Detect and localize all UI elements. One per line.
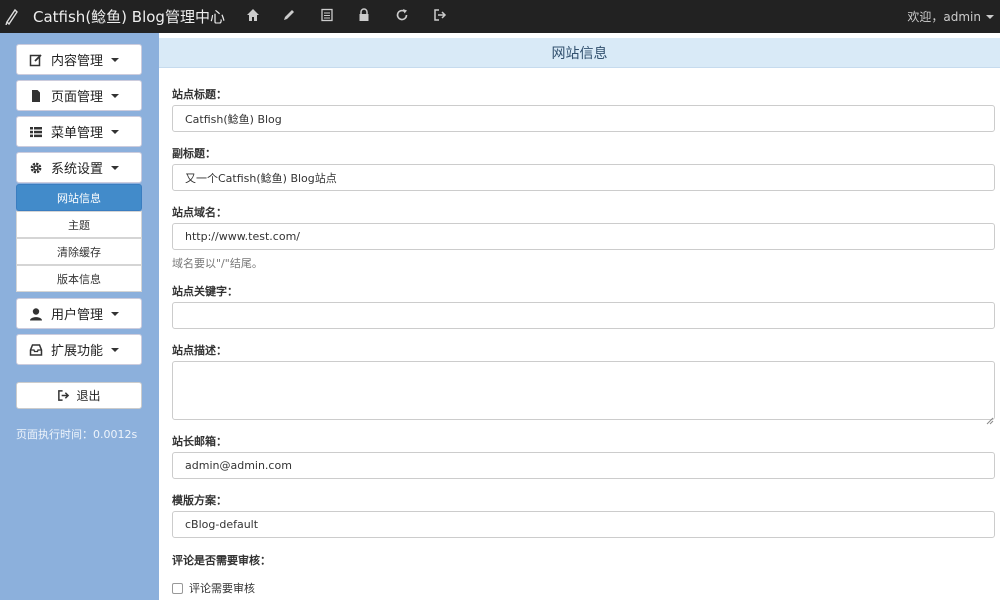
chevron-down-icon [111,311,120,316]
page-exec-time: 页面执行时间：0.0012s [16,428,138,441]
log-out-icon[interactable] [433,8,447,22]
review-checkbox-row[interactable]: 评论需要审核 [172,580,255,596]
sidebar: 内容管理 页面管理 菜单管理 系统设置 网站信息 主题 清除缓存 版本信息 用户… [0,33,159,600]
review-label: 评论是否需要审核： [172,554,271,567]
resize-handle-icon[interactable] [986,410,994,425]
chevron-down-icon [986,14,994,19]
submenu-site-info[interactable]: 网站信息 [16,184,142,211]
chevron-down-icon [111,93,120,98]
file-icon [29,89,43,103]
user-icon [29,307,43,321]
chevron-down-icon [111,57,120,62]
subtitle-input[interactable]: 又一个Catfish(鲶鱼) Blog站点 [172,164,995,191]
sidebar-item-label: 扩展功能 [51,344,104,359]
sidebar-item-content[interactable]: 内容管理 [16,44,142,75]
list-alt-icon[interactable] [320,8,334,22]
pen-icon [4,7,20,25]
review-checkbox[interactable] [172,582,183,594]
domain-label: 站点域名： [172,206,227,219]
refresh-icon[interactable] [395,8,409,22]
chevron-down-icon [111,347,120,352]
review-checkbox-label: 评论需要审核 [189,582,255,595]
site-title-input[interactable]: Catfish(鲶鱼) Blog [172,105,995,132]
sidebar-item-menus[interactable]: 菜单管理 [16,116,142,147]
submenu-version-info[interactable]: 版本信息 [16,265,142,292]
email-label: 站长邮箱： [172,435,227,448]
description-textarea[interactable] [172,361,995,420]
template-label: 模版方案： [172,494,227,507]
top-navbar: Catfish(鲶鱼) Blog管理中心 欢迎，admin [0,0,1000,33]
submenu-theme[interactable]: 主题 [16,211,142,238]
site-title-label: 站点标题： [172,88,227,101]
main-panel: 网站信息 站点标题： Catfish(鲶鱼) Blog 副标题： 又一个Catf… [159,33,1000,600]
email-input[interactable]: admin@admin.com [172,452,995,479]
brand-title[interactable]: Catfish(鲶鱼) Blog管理中心 [33,6,225,27]
user-menu[interactable]: 欢迎，admin [907,8,994,25]
chevron-down-icon [111,129,120,134]
submenu-clear-cache[interactable]: 清除缓存 [16,238,142,265]
domain-help-text: 域名要以"/"结尾。 [172,257,263,270]
page-title: 网站信息 [159,38,1000,68]
logout-label: 退出 [76,389,101,403]
sidebar-item-users[interactable]: 用户管理 [16,298,142,329]
user-welcome-label: 欢迎，admin [907,10,981,24]
keywords-input[interactable] [172,302,995,329]
list-icon [29,125,43,139]
sidebar-item-label: 系统设置 [51,162,104,177]
log-out-icon [57,389,70,402]
sidebar-item-system-settings[interactable]: 系统设置 [16,152,142,183]
chevron-down-icon [111,165,120,170]
description-label: 站点描述： [172,344,227,357]
sidebar-item-pages[interactable]: 页面管理 [16,80,142,111]
keywords-label: 站点关键字： [172,285,238,298]
sidebar-item-label: 页面管理 [51,90,104,105]
cog-icon [29,161,43,175]
lock-icon[interactable] [357,8,371,22]
home-icon[interactable] [246,8,260,22]
subtitle-label: 副标题： [172,147,216,160]
template-select[interactable]: cBlog-default [172,511,995,538]
sidebar-item-label: 菜单管理 [51,126,104,141]
edit-icon [29,53,43,67]
pencil-icon[interactable] [282,8,296,22]
logout-button[interactable]: 退出 [16,382,142,409]
domain-input[interactable]: http://www.test.com/ [172,223,995,250]
sidebar-item-label: 内容管理 [51,54,104,69]
inbox-icon [29,343,43,357]
sidebar-item-extensions[interactable]: 扩展功能 [16,334,142,365]
sidebar-item-label: 用户管理 [51,308,104,323]
